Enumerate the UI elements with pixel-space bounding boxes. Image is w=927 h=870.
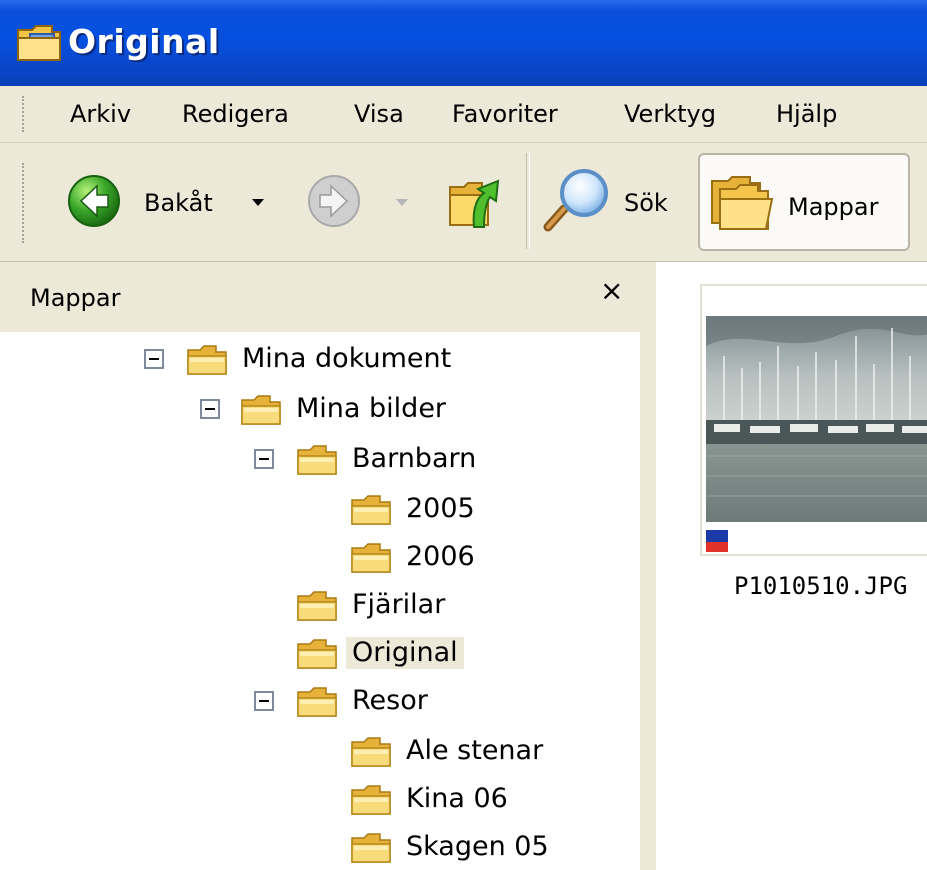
toolbar-separator xyxy=(526,153,530,249)
window-title: Original xyxy=(68,22,220,61)
search-magnifier-icon xyxy=(543,169,608,232)
flag-icon-lower xyxy=(706,542,728,552)
photo-thumbnail-image xyxy=(706,316,927,522)
tree-item-label: Mina dokument xyxy=(242,343,452,374)
tree-item-label: Ale stenar xyxy=(406,735,544,766)
folder-icon xyxy=(350,832,392,864)
tree-item-2005[interactable]: 2005 xyxy=(0,490,640,530)
folders-button[interactable]: Mappar xyxy=(698,153,910,251)
tree-item-mina-bilder[interactable]: Mina bilder xyxy=(0,390,640,430)
dropdown-arrow-icon[interactable] xyxy=(252,199,264,207)
title-bar[interactable]: Original xyxy=(0,0,927,86)
search-button[interactable]: Sök xyxy=(540,161,690,243)
tree-item-label: 2006 xyxy=(406,541,475,572)
tree-item-kina-06[interactable]: Kina 06 xyxy=(0,780,640,820)
close-icon[interactable]: × xyxy=(600,274,623,307)
folder-icon xyxy=(186,344,228,376)
tree-item-ale-stenar[interactable]: Ale stenar xyxy=(0,732,640,772)
tree-item-label: Mina bilder xyxy=(296,393,447,424)
folder-icon xyxy=(350,736,392,768)
menu-redigera[interactable]: Redigera xyxy=(182,96,289,132)
file-view: P1010510.JPG xyxy=(656,262,927,870)
thumbnail-filename[interactable]: P1010510.JPG xyxy=(734,572,907,600)
menu-bar-grip[interactable] xyxy=(22,96,28,132)
folder-pane-header: Mappar × xyxy=(0,262,640,334)
search-label: Sök xyxy=(624,189,668,217)
folder-up-icon xyxy=(449,179,500,228)
tree-item-mina-dokument[interactable]: Mina dokument xyxy=(0,340,640,380)
tree-item-2006[interactable]: 2006 xyxy=(0,538,640,578)
folder-pane-title: Mappar xyxy=(30,284,121,312)
folder-icon xyxy=(296,444,338,476)
collapse-icon[interactable] xyxy=(200,399,220,419)
forward-dropdown-icon[interactable] xyxy=(396,199,408,207)
back-label: Bakåt xyxy=(144,189,213,217)
tree-item-label-selected: Original xyxy=(346,637,464,669)
folder-icon xyxy=(350,784,392,816)
menu-favoriter[interactable]: Favoriter xyxy=(452,96,558,132)
tree-item-label: Barnbarn xyxy=(352,443,477,474)
back-button[interactable]: Bakåt xyxy=(60,161,280,243)
back-arrow-icon xyxy=(68,175,120,227)
menu-hjalp[interactable]: Hjälp xyxy=(776,96,837,132)
folder-icon xyxy=(350,494,392,526)
menu-arkiv[interactable]: Arkiv xyxy=(70,96,131,132)
folder-open-icon xyxy=(296,638,338,670)
thumbnail-item[interactable] xyxy=(700,284,927,556)
collapse-icon[interactable] xyxy=(254,449,274,469)
tree-item-label: 2005 xyxy=(406,493,475,524)
tree-item-barnbarn[interactable]: Barnbarn xyxy=(0,440,640,480)
folder-icon xyxy=(240,394,282,426)
collapse-icon[interactable] xyxy=(144,349,164,369)
toolbar: Bakåt Sök Mappar xyxy=(0,143,927,262)
tree-item-label: Kina 06 xyxy=(406,783,508,814)
tree-item-skagen-05[interactable]: Skagen 05 xyxy=(0,828,640,868)
tree-item-label: Skagen 05 xyxy=(406,831,549,862)
folder-icon xyxy=(350,542,392,574)
tree-item-fjarilar[interactable]: Fjärilar xyxy=(0,586,640,626)
tree-item-resor[interactable]: Resor xyxy=(0,682,640,722)
tree-item-original[interactable]: Original xyxy=(0,634,640,674)
menu-bar: Arkiv Redigera Visa Favoriter Verktyg Hj… xyxy=(0,86,927,143)
pane-splitter[interactable] xyxy=(640,262,656,870)
collapse-icon[interactable] xyxy=(254,691,274,711)
menu-visa[interactable]: Visa xyxy=(354,96,404,132)
folder-icon xyxy=(296,590,338,622)
folder-pane: Mappar × Mina dokument Mina bilder Barnb… xyxy=(0,262,640,870)
forward-button[interactable] xyxy=(300,161,420,243)
tree-item-label: Fjärilar xyxy=(352,589,446,620)
flag-icon xyxy=(706,530,728,542)
folder-icon xyxy=(296,686,338,718)
tree-item-label: Resor xyxy=(352,685,428,716)
menu-verktyg[interactable]: Verktyg xyxy=(624,96,716,132)
folders-label: Mappar xyxy=(788,193,879,221)
up-folder-button[interactable] xyxy=(440,161,510,243)
forward-arrow-icon xyxy=(308,175,360,227)
toolbar-grip[interactable] xyxy=(22,163,28,243)
folders-icon xyxy=(711,176,774,230)
folder-window-icon xyxy=(17,25,61,61)
